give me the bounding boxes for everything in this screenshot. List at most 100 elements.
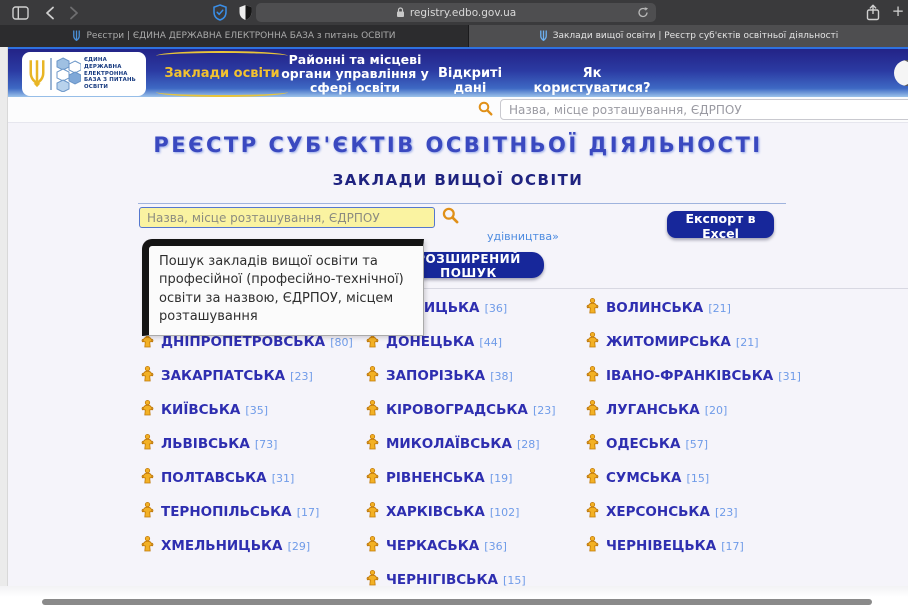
logo-divider: [50, 58, 52, 90]
accessibility-icon[interactable]: [894, 60, 908, 86]
region-link[interactable]: КИЇВСЬКА [35]: [141, 399, 366, 418]
region-count: [15]: [687, 472, 710, 485]
section-divider: [138, 203, 786, 204]
search-icon[interactable]: [478, 101, 493, 120]
region-count: [21]: [736, 336, 759, 349]
edbo-logo[interactable]: ЄДИНА ДЕРЖАВНА ЕЛЕКТРОННА БАЗА З ПИТАНЬ …: [22, 52, 146, 96]
region-link[interactable]: ЗАКАРПАТСЬКА [23]: [141, 365, 366, 384]
search-icon[interactable]: [442, 207, 459, 228]
region-name: ОДЕСЬКА: [606, 436, 680, 452]
new-tab-icon[interactable]: +: [890, 2, 906, 20]
region-row: КИЇВСЬКА [35]КІРОВОГРАДСЬКА [23]ЛУГАНСЬК…: [141, 391, 831, 425]
region-count: [28]: [517, 438, 540, 451]
region-link[interactable]: КІРОВОГРАДСЬКА [23]: [366, 399, 586, 418]
main-search-input[interactable]: [139, 207, 435, 228]
person-icon: [366, 570, 379, 586]
person-icon: [586, 332, 599, 348]
active-nav-arc-bottom: [156, 87, 288, 97]
nav-how-to-use[interactable]: Як користуватися?: [532, 66, 652, 96]
region-name: ПОЛТАВСЬКА: [161, 470, 267, 486]
back-icon[interactable]: [45, 6, 55, 20]
region-link[interactable]: ЧЕРНІВЕЦЬКА [17]: [586, 535, 831, 554]
browser-toolbar: registry.edbo.gov.ua +: [0, 0, 908, 25]
region-name: КИЇВСЬКА: [161, 402, 240, 418]
person-icon: [586, 366, 599, 382]
region-count: [21]: [708, 302, 731, 315]
tab-higher-education[interactable]: Заклади вищої освіти | Реєстр суб'єктів …: [469, 25, 908, 47]
tab-title: Заклади вищої освіти | Реєстр суб'єктів …: [553, 31, 839, 41]
region-link[interactable]: ВОЛИНСЬКА [21]: [586, 297, 831, 316]
url-bar[interactable]: registry.edbo.gov.ua: [256, 3, 656, 22]
person-icon: [586, 536, 599, 552]
region-name: ДОНЕЦЬКА: [386, 334, 474, 350]
region-name: ЗАПОРІЗЬКА: [386, 368, 485, 384]
region-count: [44]: [479, 336, 502, 349]
region-link[interactable]: ІВАНО-ФРАНКІВСЬКА [31]: [586, 365, 831, 384]
person-icon: [141, 502, 154, 518]
region-link[interactable]: ЛУГАНСЬКА [20]: [586, 399, 831, 418]
region-count: [57]: [686, 438, 709, 451]
region-count: [73]: [255, 438, 278, 451]
person-icon: [586, 468, 599, 484]
person-icon: [141, 366, 154, 382]
url-text: registry.edbo.gov.ua: [410, 7, 516, 19]
region-name: ХМЕЛЬНИЦЬКА: [161, 538, 282, 554]
page-subtitle: ЗАКЛАДИ ВИЩОЇ ОСВІТИ: [8, 171, 908, 189]
region-link[interactable]: ЧЕРКАСЬКА [36]: [366, 535, 586, 554]
reload-icon[interactable]: [637, 6, 649, 22]
trident-icon: [27, 57, 47, 91]
region-link[interactable]: ХЕРСОНСЬКА [23]: [586, 501, 831, 520]
partial-link[interactable]: удівництва»: [487, 230, 559, 243]
region-link[interactable]: ОДЕСЬКА [57]: [586, 433, 831, 452]
background-window-edge: [0, 47, 8, 586]
forward-icon[interactable]: [69, 6, 79, 20]
region-link[interactable]: ЛЬВІВСЬКА [73]: [141, 433, 366, 452]
region-count: [80]: [330, 336, 353, 349]
search-tooltip: Пошук закладів вищої освіти та професійн…: [142, 239, 424, 336]
person-icon: [366, 502, 379, 518]
region-link[interactable]: ХМЕЛЬНИЦЬКА [29]: [141, 535, 366, 554]
region-link[interactable]: МИКОЛАЇВСЬКА [28]: [366, 433, 586, 452]
tab-bar: Реєстри | ЄДИНА ДЕРЖАВНА ЕЛЕКТРОННА БАЗА…: [0, 25, 908, 47]
tab-registries[interactable]: Реєстри | ЄДИНА ДЕРЖАВНА ЕЛЕКТРОННА БАЗА…: [0, 25, 469, 47]
logo-text: ЄДИНА ДЕРЖАВНА ЕЛЕКТРОННА БАЗА З ПИТАНЬ …: [84, 57, 136, 91]
region-link[interactable]: ХАРКІВСЬКА [102]: [366, 501, 586, 520]
region-link[interactable]: ЗАПОРІЗЬКА [38]: [366, 365, 586, 384]
person-icon: [366, 366, 379, 382]
region-count: [38]: [490, 370, 513, 383]
person-icon: [586, 434, 599, 450]
nav-local-authorities[interactable]: Районні та місцеві органи управління у с…: [270, 53, 440, 95]
region-count: [23]: [533, 404, 556, 417]
region-link[interactable]: ЖИТОМИРСЬКА [21]: [586, 331, 831, 350]
region-link[interactable]: СУМСЬКА [15]: [586, 467, 831, 486]
region-name: ІВАНО-ФРАНКІВСЬКА: [606, 368, 773, 384]
export-excel-button[interactable]: Експорт в Excel: [667, 211, 774, 238]
region-link[interactable]: РІВНЕНСЬКА [19]: [366, 467, 586, 486]
region-link[interactable]: ПОЛТАВСЬКА [31]: [141, 467, 366, 486]
nav-education-institutions[interactable]: Заклади освіти: [158, 66, 286, 81]
person-icon: [141, 468, 154, 484]
region-count: [31]: [272, 472, 295, 485]
region-name: РІВНЕНСЬКА: [386, 470, 485, 486]
region-name: МИКОЛАЇВСЬКА: [386, 436, 512, 452]
region-name: ЛУГАНСЬКА: [606, 402, 700, 418]
privacy-shield-icon[interactable]: [212, 4, 228, 21]
region-count: [15]: [503, 574, 526, 587]
share-icon[interactable]: [866, 4, 880, 21]
region-row: ЗАКАРПАТСЬКА [23]ЗАПОРІЗЬКА [38]ІВАНО-ФР…: [141, 357, 831, 391]
sidebar-icon[interactable]: [12, 6, 29, 20]
region-name: ВОЛИНСЬКА: [606, 300, 703, 316]
region-link[interactable]: ТЕРНОПІЛЬСЬКА [17]: [141, 501, 366, 520]
region-count: [31]: [778, 370, 801, 383]
region-count: [17]: [297, 506, 320, 519]
region-count: [36]: [485, 302, 508, 315]
region-link[interactable]: ЧЕРНІГІВСЬКА [15]: [366, 569, 586, 588]
region-count: [36]: [484, 540, 507, 553]
darkmode-shield-icon[interactable]: [238, 4, 253, 21]
tab-title: Реєстри | ЄДИНА ДЕРЖАВНА ЕЛЕКТРОННА БАЗА…: [86, 31, 395, 41]
quick-search-input[interactable]: [500, 99, 908, 120]
region-count: [23]: [715, 506, 738, 519]
nav-open-data[interactable]: Відкриті дані: [420, 66, 520, 96]
region-name: ЧЕРКАСЬКА: [386, 538, 479, 554]
person-icon: [141, 400, 154, 416]
